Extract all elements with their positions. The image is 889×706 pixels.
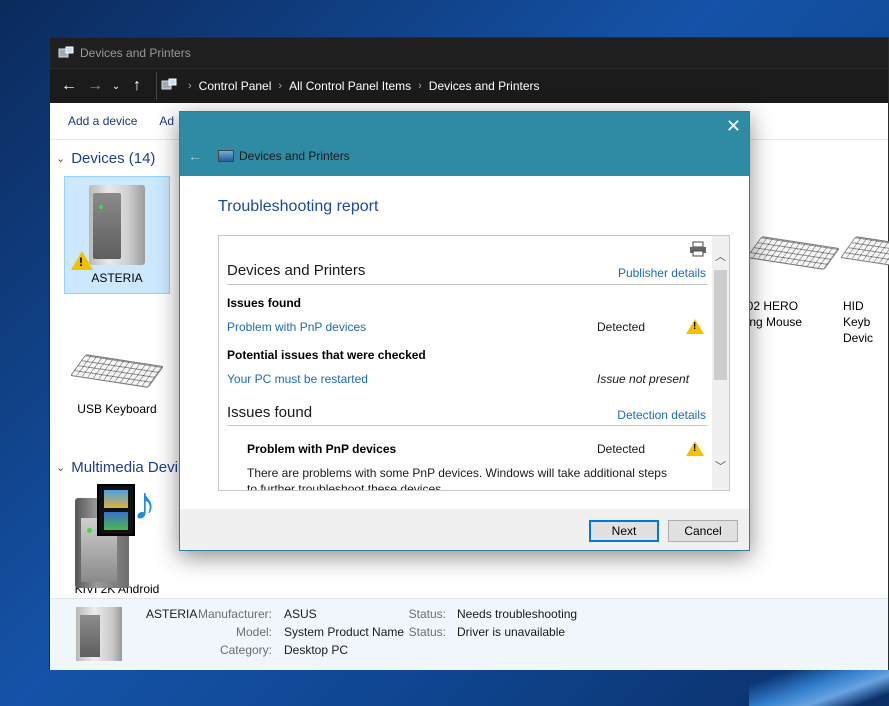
breadcrumb-all-items[interactable]: All Control Panel Items	[289, 79, 411, 93]
issue-detail-status: Detected	[597, 442, 646, 456]
device-label: HID Keyb Devic	[843, 299, 874, 345]
section-title-issues-found: Issues found	[227, 404, 313, 421]
manufacturer-label: Manufacturer:	[197, 607, 272, 621]
devices-printers-app-icon	[58, 46, 74, 60]
collapse-chevron-icon[interactable]: ⌄	[56, 461, 65, 474]
troubleshooter-dialog: ✕ ← Devices and Printers Troubleshooting…	[179, 111, 750, 551]
printer-icon[interactable]	[689, 241, 707, 261]
issue-detail-title: Problem with PnP devices	[247, 442, 397, 456]
issues-found-label: Issues found	[227, 296, 302, 310]
publisher-details-link[interactable]: Publisher details	[618, 266, 706, 280]
multimedia-group-header[interactable]: ⌄ Multimedia Devi	[56, 459, 178, 476]
model-label: Model:	[235, 625, 272, 639]
breadcrumb-devices-printers[interactable]: Devices and Printers	[429, 79, 540, 93]
dialog-title-text: Devices and Printers	[239, 149, 350, 163]
computer-tower-icon	[89, 185, 145, 265]
dialog-title: Devices and Printers	[218, 149, 350, 163]
address-bar[interactable]: › Control Panel › All Control Panel Item…	[156, 72, 888, 100]
report-panel: Devices and Printers Publisher details I…	[218, 235, 730, 491]
forward-arrow-icon[interactable]: →	[82, 77, 108, 95]
scroll-up-chevron-icon[interactable]: ︿	[715, 248, 726, 264]
device-label: USB Keyboard	[77, 402, 157, 416]
up-arrow-icon[interactable]: ↑	[124, 77, 150, 95]
status-value: Driver is unavailable	[457, 625, 566, 639]
keyboard-icon	[840, 236, 889, 270]
section-title-devices-printers: Devices and Printers	[227, 262, 366, 279]
window-title: Devices and Printers	[80, 46, 191, 60]
warning-icon: !	[686, 441, 704, 456]
report-title: Troubleshooting report	[218, 198, 379, 215]
breadcrumb-separator-icon[interactable]: ›	[418, 80, 422, 92]
devices-printers-icon	[218, 150, 234, 162]
breadcrumb-separator-icon: ›	[188, 80, 192, 92]
report-scrollbar[interactable]: ︿ ﹀	[712, 236, 729, 490]
keyboard-icon	[70, 354, 164, 388]
potential-issues-label: Potential issues that were checked	[227, 348, 426, 362]
issue-detail-description: There are problems with some PnP devices…	[247, 466, 667, 491]
details-pane: ASTERIA Manufacturer: ASUS Model: System…	[50, 598, 888, 670]
detection-details-link[interactable]: Detection details	[617, 408, 706, 422]
scroll-down-chevron-icon[interactable]: ﹀	[715, 458, 726, 474]
device-label: ASTERIA	[91, 271, 143, 285]
back-arrow-icon[interactable]: ←	[56, 77, 82, 95]
warning-icon: !	[686, 319, 704, 334]
status-label: Status:	[408, 607, 446, 621]
issue-status: Detected	[597, 320, 646, 334]
close-icon[interactable]: ✕	[726, 116, 741, 137]
add-device-button[interactable]: Add a device	[68, 114, 137, 128]
navigation-bar: ← → ⌄ ↑ › Control Panel › All Control Pa…	[50, 68, 888, 103]
back-arrow-icon[interactable]: ←	[188, 148, 202, 164]
device-label: 502 HERO ning Mouse	[740, 299, 803, 329]
dialog-header: ✕ ← Devices and Printers	[180, 112, 749, 176]
location-icon	[161, 78, 177, 95]
issue-pnp-link[interactable]: Problem with PnP devices	[227, 320, 366, 334]
devices-group-title: Devices (14)	[71, 150, 156, 167]
devices-group-header[interactable]: ⌄ Devices (14)	[56, 150, 155, 167]
cancel-button[interactable]: Cancel	[668, 520, 738, 542]
category-value: Desktop PC	[284, 643, 349, 657]
add-printer-button[interactable]: Ad	[159, 114, 174, 128]
recent-locations-chevron-icon[interactable]: ⌄	[108, 81, 124, 92]
collapse-chevron-icon[interactable]: ⌄	[56, 152, 65, 165]
manufacturer-value: ASUS	[284, 607, 317, 621]
scrollbar-thumb[interactable]	[714, 270, 727, 380]
film-strip-icon	[97, 484, 135, 536]
dialog-body: Troubleshooting report Devices and Print…	[180, 176, 749, 509]
multimedia-group-title: Multimedia Devi	[71, 459, 178, 476]
device-tile-usb-keyboard[interactable]: USB Keyboard	[64, 354, 170, 416]
computer-tower-icon	[76, 607, 122, 661]
device-tile-asteria[interactable]: ! ASTERIA	[64, 176, 170, 294]
keyboard-icon	[746, 236, 840, 270]
section-divider	[227, 284, 707, 285]
warning-icon: !	[71, 251, 93, 270]
status-value: Needs troubleshooting	[457, 607, 578, 621]
breadcrumb-control-panel[interactable]: Control Panel	[199, 79, 272, 93]
device-tile-hid-keyboard[interactable]: HID Keyb Devic	[834, 228, 889, 360]
section-divider	[227, 425, 707, 426]
device-tile-mouse[interactable]: 502 HERO ning Mouse	[740, 228, 840, 344]
potential-status: Issue not present	[597, 372, 690, 386]
model-value: System Product Name	[284, 625, 405, 639]
category-label: Category:	[219, 643, 272, 657]
window-titlebar[interactable]: Devices and Printers	[50, 38, 888, 68]
music-note-icon: ♪	[133, 477, 156, 529]
breadcrumb-separator-icon[interactable]: ›	[278, 80, 282, 92]
status-label: Status:	[408, 625, 446, 639]
restart-pc-link[interactable]: Your PC must be restarted	[227, 372, 368, 386]
next-button[interactable]: Next	[589, 520, 659, 542]
device-tile-kivi[interactable]: ♪ KIVI 2K Android	[64, 480, 170, 598]
